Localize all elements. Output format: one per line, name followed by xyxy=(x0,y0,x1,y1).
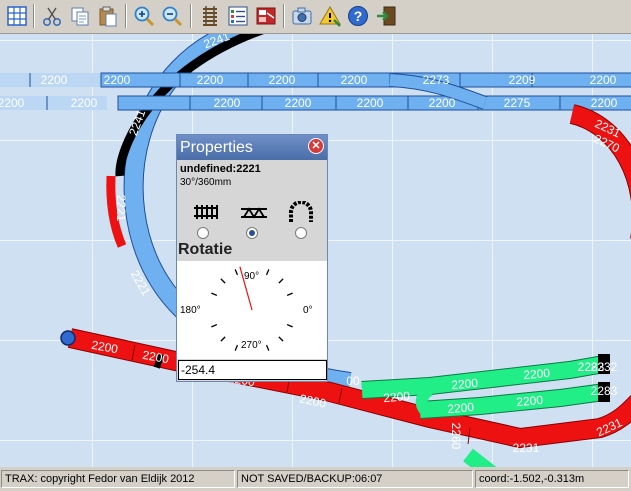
help-button[interactable]: ? xyxy=(344,2,372,30)
status-save-state: NOT SAVED/BACKUP:06:07 xyxy=(237,470,473,488)
dial-tick xyxy=(278,336,284,342)
track-label: 2273 xyxy=(423,73,450,87)
type-radio-bridge[interactable] xyxy=(246,227,258,239)
dial-label-0: 0° xyxy=(303,305,313,316)
straight-track-icon xyxy=(191,201,221,223)
track-label: 2200 xyxy=(516,393,544,409)
zoom-in-button[interactable] xyxy=(130,2,158,30)
track-label: 2275 xyxy=(504,96,531,110)
toolbar-separator xyxy=(33,4,35,28)
track-label: 2200 xyxy=(523,366,551,382)
track-label: 2200 xyxy=(71,96,98,110)
paste-icon xyxy=(99,6,117,27)
track-label: 2200 xyxy=(383,389,411,405)
dial-tick xyxy=(265,344,270,351)
cut-button[interactable] xyxy=(38,2,66,30)
track-green-exit[interactable] xyxy=(463,448,500,467)
warning-icon xyxy=(319,6,341,27)
dial-tick xyxy=(234,269,239,276)
track-label: 2283 xyxy=(591,384,618,398)
track-label: 2200 xyxy=(41,73,68,87)
copy-button[interactable] xyxy=(66,2,94,30)
toolbar-separator xyxy=(125,4,127,28)
locomotive-icon xyxy=(256,7,276,25)
track-label: 2232 xyxy=(591,360,618,374)
type-radio-straight[interactable] xyxy=(197,227,209,239)
status-coord: coord:-1.502,-0.313m xyxy=(475,470,629,488)
camera-icon xyxy=(292,7,312,25)
track-label: 2200 xyxy=(269,73,296,87)
tunnel-icon xyxy=(286,200,316,223)
scissors-icon xyxy=(42,7,62,27)
paste-button[interactable] xyxy=(94,2,122,30)
element-spec: 30°/360mm xyxy=(180,177,232,188)
track-green-upper[interactable] xyxy=(361,356,606,398)
dial-tick xyxy=(220,336,226,342)
properties-title[interactable]: Properties xyxy=(177,135,327,160)
dial-label-180: 180° xyxy=(180,305,201,316)
toolbar-separator xyxy=(283,4,285,28)
track-label: 2200 xyxy=(591,96,618,110)
track-label: 2200 xyxy=(0,96,25,110)
track-label: 2200 xyxy=(197,73,224,87)
help-icon: ? xyxy=(348,6,368,26)
track-label: 2260 xyxy=(449,423,463,450)
dial-tick xyxy=(278,278,284,284)
zoom-out-icon xyxy=(162,6,183,27)
dial-tick xyxy=(234,344,239,351)
track-label: 2200 xyxy=(451,376,479,392)
zoom-in-icon xyxy=(134,6,155,27)
track-label: 2200 xyxy=(590,73,617,87)
dial-tick xyxy=(286,292,293,297)
dial-tick xyxy=(211,292,218,297)
dial-tick xyxy=(265,269,270,276)
rotation-input[interactable] xyxy=(178,360,327,380)
grid-button[interactable] xyxy=(3,2,31,30)
track-label: 2200 xyxy=(429,96,456,110)
track-label: 2221 xyxy=(114,195,128,222)
track-label: 2200 xyxy=(341,73,368,87)
track-label: 2200 xyxy=(447,400,475,416)
status-bar: TRAX: copyright Fedor van Eldijk 2012 NO… xyxy=(0,467,631,491)
copy-icon xyxy=(71,7,89,26)
track-endpoint[interactable] xyxy=(60,330,76,346)
track-label: 2200 xyxy=(357,96,384,110)
type-radio-tunnel[interactable] xyxy=(295,227,307,239)
track-icon xyxy=(203,6,217,26)
rotation-dial[interactable]: 90° 180° 0° 270° xyxy=(177,261,327,359)
track-label: 00 xyxy=(346,374,360,388)
track-label: 2209 xyxy=(509,73,536,87)
dial-label-270: 270° xyxy=(241,340,262,351)
list-button[interactable] xyxy=(224,2,252,30)
dial-label-90: 90° xyxy=(244,271,260,282)
track-label: 2231 xyxy=(513,441,540,455)
track-button[interactable] xyxy=(196,2,224,30)
element-id: undefined:2221 xyxy=(180,163,261,175)
status-copyright: TRAX: copyright Fedor van Eldijk 2012 xyxy=(1,470,235,488)
exit-icon xyxy=(377,6,396,26)
svg-text:?: ? xyxy=(354,8,363,24)
toolbar-separator xyxy=(190,4,192,28)
camera-button[interactable] xyxy=(288,2,316,30)
close-icon[interactable]: ✕ xyxy=(308,138,324,154)
dial-tick xyxy=(211,323,218,328)
exit-button[interactable] xyxy=(372,2,400,30)
locomotive-button[interactable] xyxy=(252,2,280,30)
zoom-out-button[interactable] xyxy=(158,2,186,30)
rotation-label: Rotatie xyxy=(178,241,233,258)
list-icon xyxy=(228,6,248,26)
track-label: 2200 xyxy=(214,96,241,110)
dial-tick xyxy=(286,323,293,328)
bridge-icon xyxy=(239,201,269,223)
track-label: 2200 xyxy=(285,96,312,110)
toolbar: ? xyxy=(0,0,631,34)
dial-tick xyxy=(220,278,226,284)
properties-panel: Properties ✕ undefined:2221 30°/360mm Ro… xyxy=(176,134,328,382)
track-label: 2200 xyxy=(104,73,131,87)
warning-button[interactable] xyxy=(316,2,344,30)
grid-icon xyxy=(7,6,27,26)
